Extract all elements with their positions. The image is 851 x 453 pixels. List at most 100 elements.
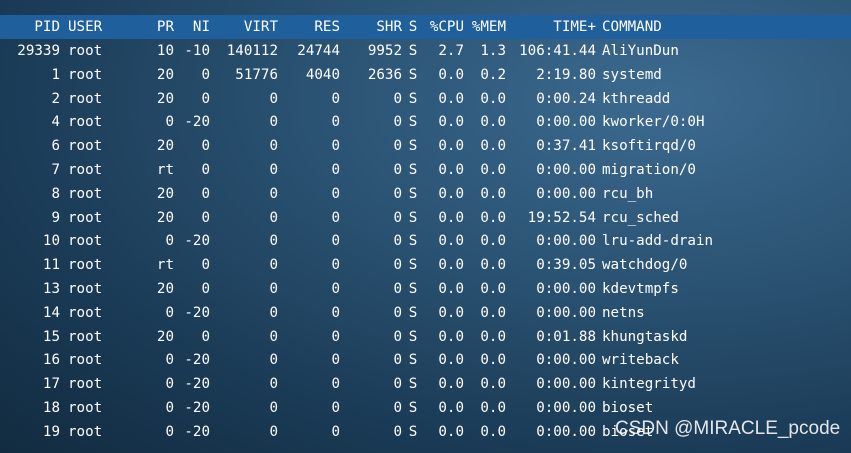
user-cell: root — [68, 66, 103, 83]
shr-cell: 0 — [393, 90, 402, 107]
column-header-pr[interactable]: PR — [140, 15, 174, 39]
shr-cell: 0 — [393, 138, 402, 155]
table-row[interactable]: 7 root rt 0 0 0 0 S 0.0 0.0 0:00.00 migration/0 — [0, 158, 851, 182]
table-row[interactable]: 17 root 0 -20 0 0 0 S 0.0 0.0 0:00.00 kintegrityd — [0, 372, 851, 396]
priority-cell: 0 — [165, 400, 174, 416]
res-cell: 0 — [331, 114, 340, 131]
res-cell: 0 — [331, 304, 340, 321]
command-cell: kworker/0:0H — [602, 114, 705, 131]
table-row[interactable]: 2 root 20 0 0 0 0 S 0.0 0.0 0:00.24 kthreadd — [0, 87, 851, 111]
column-header-cpu[interactable]: %CPU — [424, 15, 464, 39]
priority-cell: 0 — [165, 376, 174, 393]
time-cell: 0:00.00 — [536, 162, 596, 178]
table-row[interactable]: 4 root 0 -20 0 0 0 S 0.0 0.0 0:00.00 kworker/0:0H — [0, 110, 851, 134]
mem-cell: 0.0 — [480, 423, 506, 440]
state-cell: S — [408, 281, 418, 297]
pid-cell: 6 — [51, 138, 60, 155]
shr-cell: 0 — [393, 328, 402, 345]
cpu-cell: 0.0 — [438, 328, 464, 345]
column-header-user[interactable]: USER — [68, 15, 138, 39]
res-cell: 0 — [331, 233, 340, 250]
time-cell: 0:00.24 — [536, 90, 596, 107]
priority-cell: 0 — [165, 423, 174, 440]
pid-cell: 15 — [42, 328, 60, 345]
shr-cell: 0 — [393, 209, 402, 226]
mem-cell: 0.0 — [480, 400, 506, 416]
res-cell: 0 — [331, 352, 340, 369]
user-cell: root — [68, 114, 103, 131]
shr-cell: 0 — [393, 376, 402, 393]
nice-cell: 0 — [201, 90, 210, 107]
table-row[interactable]: 1 root 20 0 51776 4040 2636 S 0.0 0.2 2:19.80 syste… — [0, 63, 851, 87]
nice-cell: 0 — [201, 185, 210, 202]
pid-cell: 8 — [51, 185, 60, 202]
column-header-command[interactable]: COMMAND — [602, 15, 842, 39]
table-row[interactable]: 10 root 0 -20 0 0 0 S 0.0 0.0 0:00.00 lru-add-drain — [0, 229, 851, 253]
virt-cell: 0 — [269, 376, 278, 393]
table-row[interactable]: 11 root rt 0 0 0 0 S 0.0 0.0 0:39.05 watchdog/0 — [0, 253, 851, 277]
column-header-mem[interactable]: %MEM — [468, 15, 506, 39]
nice-cell: -20 — [184, 304, 210, 321]
virt-cell: 0 — [269, 138, 278, 155]
nice-cell: -20 — [184, 400, 210, 416]
command-cell: writeback — [602, 352, 679, 369]
table-row[interactable]: 13 root 20 0 0 0 0 S 0.0 0.0 0:00.00 kdevtmpfs — [0, 277, 851, 301]
command-cell: kdevtmpfs — [602, 281, 679, 297]
virt-cell: 0 — [269, 352, 278, 369]
command-cell: migration/0 — [602, 162, 696, 178]
priority-cell: 20 — [156, 328, 174, 345]
res-cell: 24744 — [297, 43, 340, 59]
time-cell: 0:39.05 — [536, 257, 596, 274]
shr-cell: 0 — [393, 114, 402, 131]
time-cell: 0:00.00 — [536, 185, 596, 202]
state-cell: S — [408, 209, 418, 226]
column-header-res[interactable]: RES — [282, 15, 340, 39]
column-header-ni[interactable]: NI — [176, 15, 210, 39]
column-header-shr[interactable]: SHR — [346, 15, 402, 39]
user-cell: root — [68, 138, 103, 155]
state-cell: S — [408, 304, 418, 321]
mem-cell: 0.0 — [480, 328, 506, 345]
command-cell: kthreadd — [602, 90, 671, 107]
table-row[interactable]: 8 root 20 0 0 0 0 S 0.0 0.0 0:00.00 rcu_bh — [0, 182, 851, 206]
shr-cell: 0 — [393, 352, 402, 369]
nice-cell: -20 — [184, 352, 210, 369]
command-cell: rcu_sched — [602, 209, 679, 226]
nice-cell: -20 — [184, 233, 210, 250]
table-row[interactable]: 6 root 20 0 0 0 0 S 0.0 0.0 0:37.41 ksoftirqd/0 — [0, 134, 851, 158]
res-cell: 0 — [331, 400, 340, 416]
table-row[interactable]: 9 root 20 0 0 0 0 S 0.0 0.0 19:52.54 rcu_sched — [0, 206, 851, 230]
res-cell: 0 — [331, 209, 340, 226]
state-cell: S — [408, 423, 418, 440]
user-cell: root — [68, 376, 103, 393]
res-cell: 0 — [331, 162, 340, 178]
column-header-time[interactable]: TIME+ — [512, 15, 596, 39]
res-cell: 0 — [331, 90, 340, 107]
table-row[interactable]: 16 root 0 -20 0 0 0 S 0.0 0.0 0:00.00 writeback — [0, 348, 851, 372]
res-cell: 0 — [331, 281, 340, 297]
column-header-pid[interactable]: PID — [0, 15, 60, 39]
shr-cell: 0 — [393, 400, 402, 416]
cpu-cell: 0.0 — [438, 352, 464, 369]
virt-cell: 0 — [269, 233, 278, 250]
res-cell: 4040 — [305, 66, 340, 83]
command-cell: kintegrityd — [602, 376, 696, 393]
virt-cell: 0 — [269, 423, 278, 440]
table-row[interactable]: 18 root 0 -20 0 0 0 S 0.0 0.0 0:00.00 bioset — [0, 396, 851, 420]
cpu-cell: 0.0 — [438, 66, 464, 83]
user-cell: root — [68, 185, 103, 202]
state-cell: S — [408, 66, 418, 83]
user-cell: root — [68, 304, 103, 321]
shr-cell: 9952 — [367, 43, 402, 59]
cpu-cell: 0.0 — [438, 114, 464, 131]
nice-cell: 0 — [201, 281, 210, 297]
virt-cell: 0 — [269, 328, 278, 345]
column-header-virt[interactable]: VIRT — [214, 15, 278, 39]
priority-cell: 10 — [156, 43, 174, 59]
column-header-state[interactable]: S — [404, 15, 422, 39]
priority-cell: 20 — [156, 138, 174, 155]
table-row[interactable]: 14 root 0 -20 0 0 0 S 0.0 0.0 0:00.00 netns — [0, 301, 851, 325]
table-row[interactable]: 29339 root 10 -10 140112 24744 9952 S 2.7 1.3 106:… — [0, 39, 851, 63]
state-cell: S — [408, 328, 418, 345]
table-row[interactable]: 15 root 20 0 0 0 0 S 0.0 0.0 0:01.88 khungtaskd — [0, 325, 851, 349]
